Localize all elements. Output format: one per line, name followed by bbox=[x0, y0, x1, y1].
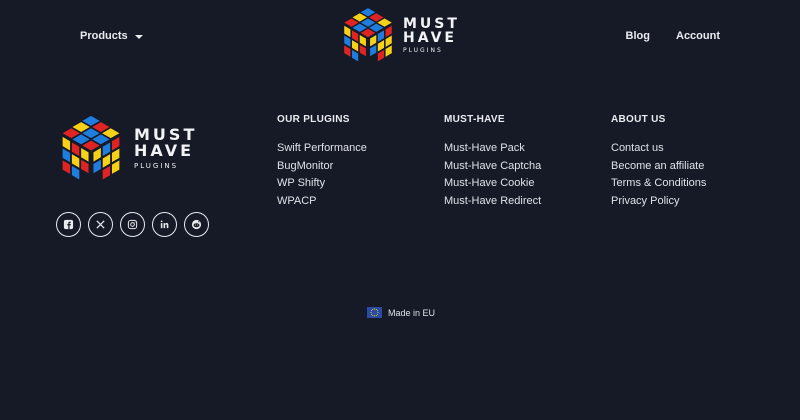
social-links bbox=[56, 212, 209, 237]
footer-link[interactable]: Must-Have Cookie bbox=[444, 175, 541, 193]
footer-link[interactable]: Contact us bbox=[611, 140, 706, 158]
cube-logo-icon bbox=[62, 115, 120, 180]
linkedin-button[interactable] bbox=[152, 212, 177, 237]
products-label: Products bbox=[80, 30, 128, 42]
column-heading: OUR PLUGINS bbox=[277, 114, 350, 125]
footer-column-our-plugins: OUR PLUGINS Swift Performance BugMonitor… bbox=[277, 114, 367, 210]
logo-line-plugins: PLUGINS bbox=[134, 161, 179, 170]
x-button[interactable] bbox=[88, 212, 113, 237]
instagram-button[interactable] bbox=[120, 212, 145, 237]
footer-link[interactable]: Must-Have Redirect bbox=[444, 193, 541, 211]
reddit-button[interactable] bbox=[184, 212, 209, 237]
instagram-icon bbox=[127, 219, 138, 230]
blog-link[interactable]: Blog bbox=[626, 30, 650, 42]
footer-logo[interactable]: MUST HAVE PLUGINS bbox=[54, 111, 197, 185]
footer-link[interactable]: Privacy Policy bbox=[611, 193, 706, 211]
column-heading: MUST-HAVE bbox=[444, 114, 505, 125]
top-nav-right: Blog Account bbox=[626, 30, 720, 42]
made-in-label: Made in EU bbox=[388, 307, 436, 318]
footer-link[interactable]: Must-Have Captcha bbox=[444, 158, 541, 176]
logo-line-must: MUST bbox=[403, 15, 460, 32]
footer-link[interactable]: Terms & Conditions bbox=[611, 175, 706, 193]
x-icon bbox=[96, 220, 105, 229]
products-menu[interactable]: Products bbox=[80, 30, 143, 42]
column-heading: ABOUT US bbox=[611, 114, 666, 125]
logo-line-have: HAVE bbox=[134, 140, 194, 160]
header-logo[interactable]: MUST HAVE PLUGINS bbox=[337, 4, 460, 66]
logo-line-have: HAVE bbox=[403, 29, 457, 46]
footer-link[interactable]: Become an affiliate bbox=[611, 158, 706, 176]
footer-link[interactable]: Swift Performance bbox=[277, 140, 367, 158]
eu-flag-icon bbox=[367, 307, 382, 318]
footer-link[interactable]: Must-Have Pack bbox=[444, 140, 541, 158]
footer-link[interactable]: WP Shifty bbox=[277, 175, 367, 193]
facebook-button[interactable] bbox=[56, 212, 81, 237]
caret-down-icon bbox=[134, 34, 143, 39]
reddit-icon bbox=[191, 219, 202, 230]
footer-link[interactable]: WPACP bbox=[277, 193, 367, 211]
facebook-icon bbox=[63, 219, 74, 230]
logo-line-plugins: PLUGINS bbox=[403, 46, 443, 54]
cube-logo-icon bbox=[344, 8, 392, 62]
made-in-eu: Made in EU bbox=[367, 307, 435, 318]
footer-link[interactable]: BugMonitor bbox=[277, 158, 367, 176]
footer-column-about-us: ABOUT US Contact us Become an affiliate … bbox=[611, 114, 706, 210]
linkedin-icon bbox=[160, 220, 169, 229]
account-link[interactable]: Account bbox=[676, 30, 720, 42]
footer-column-must-have: MUST-HAVE Must-Have Pack Must-Have Captc… bbox=[444, 114, 541, 210]
